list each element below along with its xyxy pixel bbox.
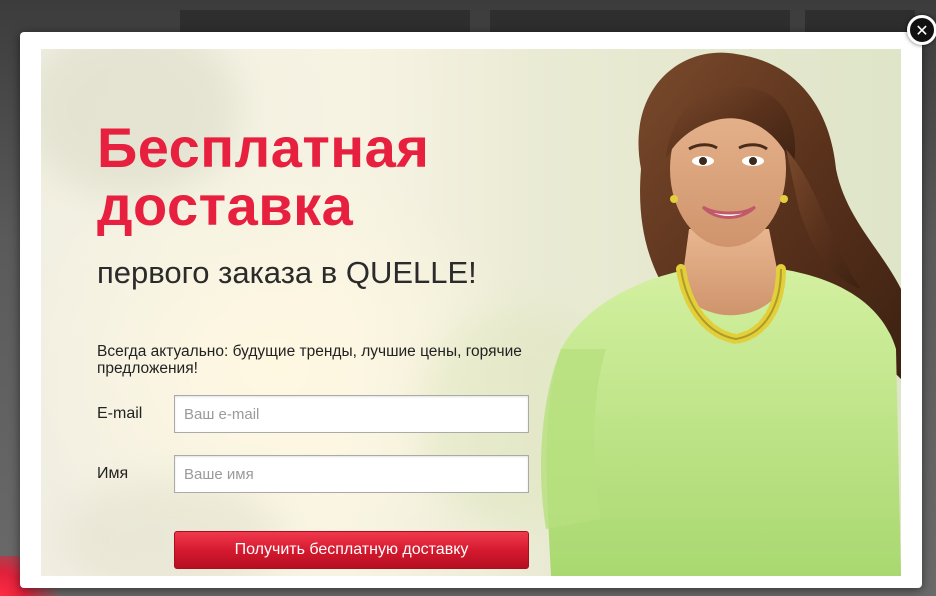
promo-modal: Бесплатная доставка первого заказа в QUE… xyxy=(20,32,922,588)
promo-tagline: Всегда актуально: будущие тренды, лучшие… xyxy=(97,343,522,377)
email-field[interactable] xyxy=(174,395,529,433)
promo-headline: Бесплатная доставка xyxy=(97,119,429,235)
promo-panel: Бесплатная доставка первого заказа в QUE… xyxy=(41,49,901,576)
email-label: E-mail xyxy=(97,405,143,422)
headline-line: доставка xyxy=(97,174,354,237)
promo-subheadline: первого заказа в QUELLE! xyxy=(97,255,477,290)
get-free-delivery-button[interactable]: Получить бесплатную доставку xyxy=(174,531,529,569)
headline-line: Бесплатная xyxy=(97,116,430,179)
name-field[interactable] xyxy=(174,455,529,493)
close-button[interactable]: ✕ xyxy=(907,15,936,45)
name-label: Имя xyxy=(97,465,129,482)
close-icon: ✕ xyxy=(915,20,929,40)
woman-photo xyxy=(541,52,901,576)
